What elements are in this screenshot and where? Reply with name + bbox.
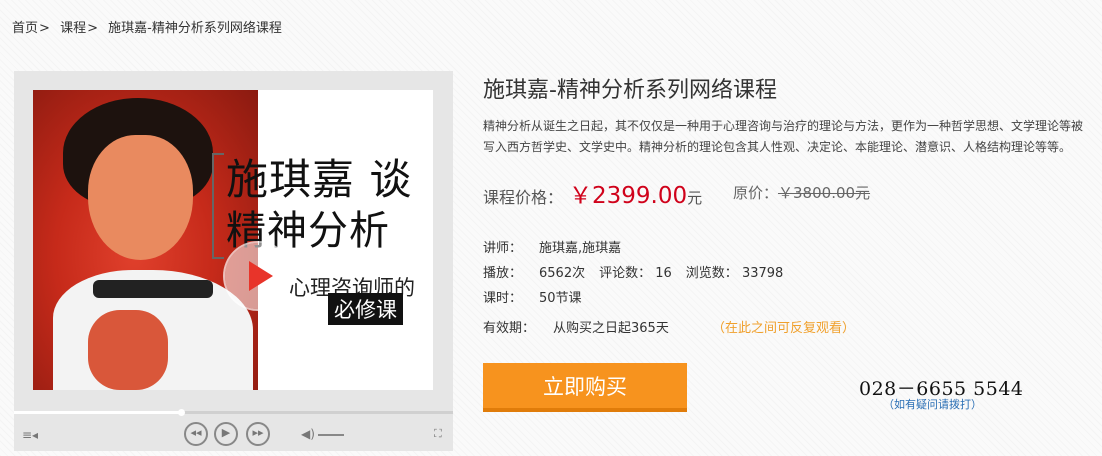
plays-label: 播放： bbox=[483, 266, 523, 281]
fullscreen-icon[interactable]: ⛶ bbox=[434, 427, 442, 441]
next-button[interactable]: ▸▸ bbox=[246, 422, 270, 446]
validity-hint: （在此之间可反复观看） bbox=[712, 321, 856, 336]
contact-phone-hint: （如有疑问请拨打） bbox=[883, 398, 982, 411]
poster-line-4: 必修课 bbox=[328, 293, 403, 325]
teacher-row: 讲师： 施琪嘉,施琪嘉 bbox=[483, 237, 621, 256]
original-price: 原价：￥3800.00元 bbox=[733, 182, 870, 203]
player-controls: ≡◂ ◂◂ ▶ ▸▸ ◀) ⛶ bbox=[14, 419, 453, 451]
volume-slider[interactable] bbox=[318, 434, 344, 436]
hours-label: 课时： bbox=[483, 291, 523, 306]
course-description: 精神分析从诞生之日起，其不仅仅是一种用于心理咨询与治疗的理论与方法，更作为一种哲… bbox=[483, 119, 1084, 154]
validity-label: 有效期： bbox=[483, 321, 536, 336]
play-button[interactable]: ▶ bbox=[214, 422, 238, 446]
video-poster[interactable]: 施琪嘉 谈 精神分析 心理咨询师的 必修课 bbox=[33, 90, 433, 390]
hours-value: 50节课 bbox=[539, 291, 582, 306]
next-icon: ▸▸ bbox=[252, 426, 264, 439]
prev-icon: ◂◂ bbox=[190, 426, 202, 439]
validity-row: 有效期： 从购买之日起365天 bbox=[483, 317, 669, 336]
progress-bar[interactable] bbox=[14, 409, 453, 416]
price-label: 课程价格： bbox=[483, 188, 564, 207]
comments-label: 评论数： bbox=[599, 266, 652, 281]
price-value: ￥2399.00 bbox=[569, 183, 688, 209]
views-label: 浏览数： bbox=[685, 266, 738, 281]
original-price-value: ￥3800.00元 bbox=[778, 184, 871, 202]
stats-row: 播放： 6562次 评论数： 16 浏览数： 33798 bbox=[483, 262, 783, 281]
play-triangle-icon bbox=[249, 261, 273, 291]
big-play-button[interactable] bbox=[225, 243, 291, 309]
poster-portrait-face bbox=[88, 135, 193, 260]
comments-value: 16 bbox=[655, 266, 672, 281]
breadcrumb-separator: > bbox=[87, 21, 98, 36]
prev-button[interactable]: ◂◂ bbox=[184, 422, 208, 446]
hours-row: 课时： 50节课 bbox=[483, 287, 582, 306]
price-unit: 元 bbox=[687, 189, 703, 207]
breadcrumb-separator: > bbox=[39, 21, 50, 36]
breadcrumb-current: 施琪嘉-精神分析系列网络课程 bbox=[108, 21, 282, 36]
validity-value: 从购买之日起365天 bbox=[553, 321, 669, 336]
progress-fill bbox=[14, 411, 181, 414]
teacher-value: 施琪嘉,施琪嘉 bbox=[539, 241, 622, 256]
poster-portrait-hand bbox=[88, 310, 168, 390]
list-icon[interactable]: ≡◂ bbox=[22, 428, 38, 442]
breadcrumb: 首页> 课程> 施琪嘉-精神分析系列网络课程 bbox=[12, 17, 282, 36]
breadcrumb-courses[interactable]: 课程 bbox=[60, 21, 86, 36]
price-row: 课程价格： ￥2399.00元 bbox=[483, 176, 702, 210]
course-title: 施琪嘉-精神分析系列网络课程 bbox=[483, 78, 777, 103]
breadcrumb-home[interactable]: 首页 bbox=[12, 21, 38, 36]
poster-title-bracket bbox=[212, 153, 224, 259]
volume-icon[interactable]: ◀) bbox=[301, 427, 315, 441]
teacher-label: 讲师： bbox=[483, 241, 523, 256]
progress-knob[interactable] bbox=[178, 409, 185, 416]
video-player[interactable]: 施琪嘉 谈 精神分析 心理咨询师的 必修课 ≡◂ ◂◂ ▶ ▸▸ ◀) ⛶ bbox=[14, 71, 453, 451]
play-icon: ▶ bbox=[221, 426, 231, 439]
plays-value: 6562次 bbox=[539, 266, 586, 281]
views-value: 33798 bbox=[741, 266, 784, 281]
buy-now-button[interactable]: 立即购买 bbox=[483, 363, 687, 412]
original-price-label: 原价： bbox=[733, 184, 779, 202]
